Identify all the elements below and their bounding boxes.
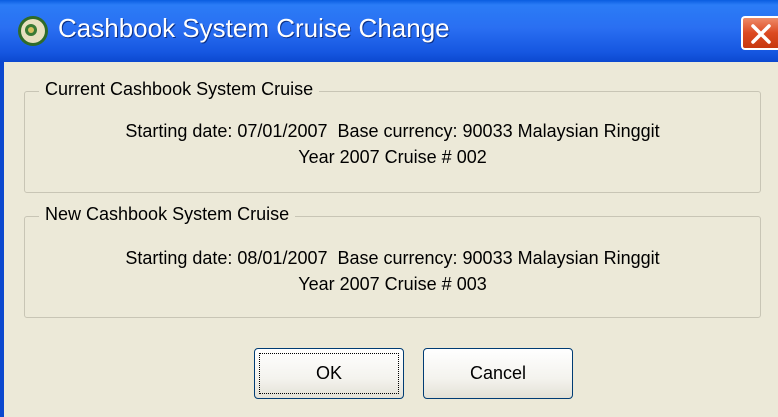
close-button[interactable] [741, 16, 778, 50]
close-icon [751, 24, 771, 44]
window-title: Cashbook System Cruise Change [58, 13, 450, 43]
cancel-button[interactable]: Cancel [423, 348, 573, 399]
current-cruise-legend: Current Cashbook System Cruise [39, 79, 320, 100]
cancel-button-label: Cancel [469, 363, 527, 383]
current-cruise-group: Current Cashbook System Cruise Starting … [24, 79, 761, 193]
current-cruise-year: Year 2007 Cruise # 002 [298, 147, 487, 167]
current-cruise-details: Starting date: 07/01/2007 Base currency:… [125, 121, 660, 141]
sun-app-icon [16, 14, 50, 48]
ok-button-label: OK [315, 363, 342, 383]
dialog-window: Cashbook System Cruise Change Current Ca… [0, 0, 778, 417]
title-bar[interactable]: Cashbook System Cruise Change [0, 0, 778, 62]
new-cruise-year: Year 2007 Cruise # 003 [298, 274, 487, 294]
new-cruise-legend: New Cashbook System Cruise [39, 204, 296, 225]
ok-button[interactable]: OK [254, 348, 404, 399]
new-cruise-group: New Cashbook System Cruise Starting date… [24, 204, 761, 318]
new-cruise-details: Starting date: 08/01/2007 Base currency:… [125, 248, 660, 268]
window-border [0, 62, 4, 417]
